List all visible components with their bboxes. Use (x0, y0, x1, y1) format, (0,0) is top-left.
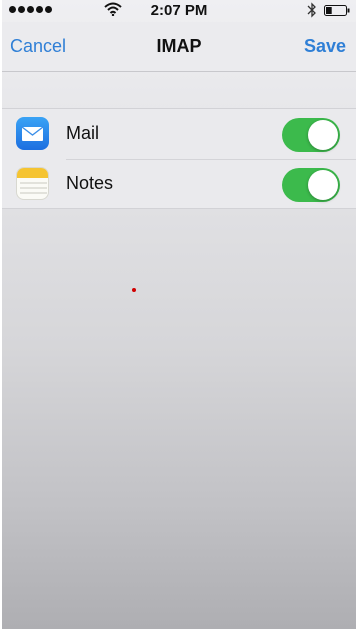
bluetooth-icon (307, 2, 316, 18)
mail-app-icon (16, 117, 49, 150)
mail-toggle[interactable] (282, 118, 340, 152)
page-title: IMAP (156, 36, 202, 56)
status-time: 2:07 PM (150, 2, 208, 19)
notes-app-icon (16, 167, 49, 200)
settings-row-mail: Mail (2, 109, 356, 159)
notes-toggle[interactable] (282, 168, 340, 202)
settings-row-label: Notes (66, 173, 114, 193)
settings-row-notes: Notes (2, 159, 356, 209)
battery-icon (324, 5, 350, 16)
save-button[interactable]: Save (304, 36, 346, 57)
status-bar: 2:07 PM (2, 0, 356, 22)
cursor-dot (132, 288, 136, 292)
toggle-knob (308, 120, 338, 150)
toggle-knob (308, 170, 338, 200)
navigation-bar: Cancel IMAP Save (2, 22, 356, 72)
settings-group: Mail Notes (2, 108, 356, 209)
settings-row-label: Mail (66, 123, 100, 143)
screen: 2:07 PM Cancel IMAP Save Mail Notes (2, 0, 356, 629)
